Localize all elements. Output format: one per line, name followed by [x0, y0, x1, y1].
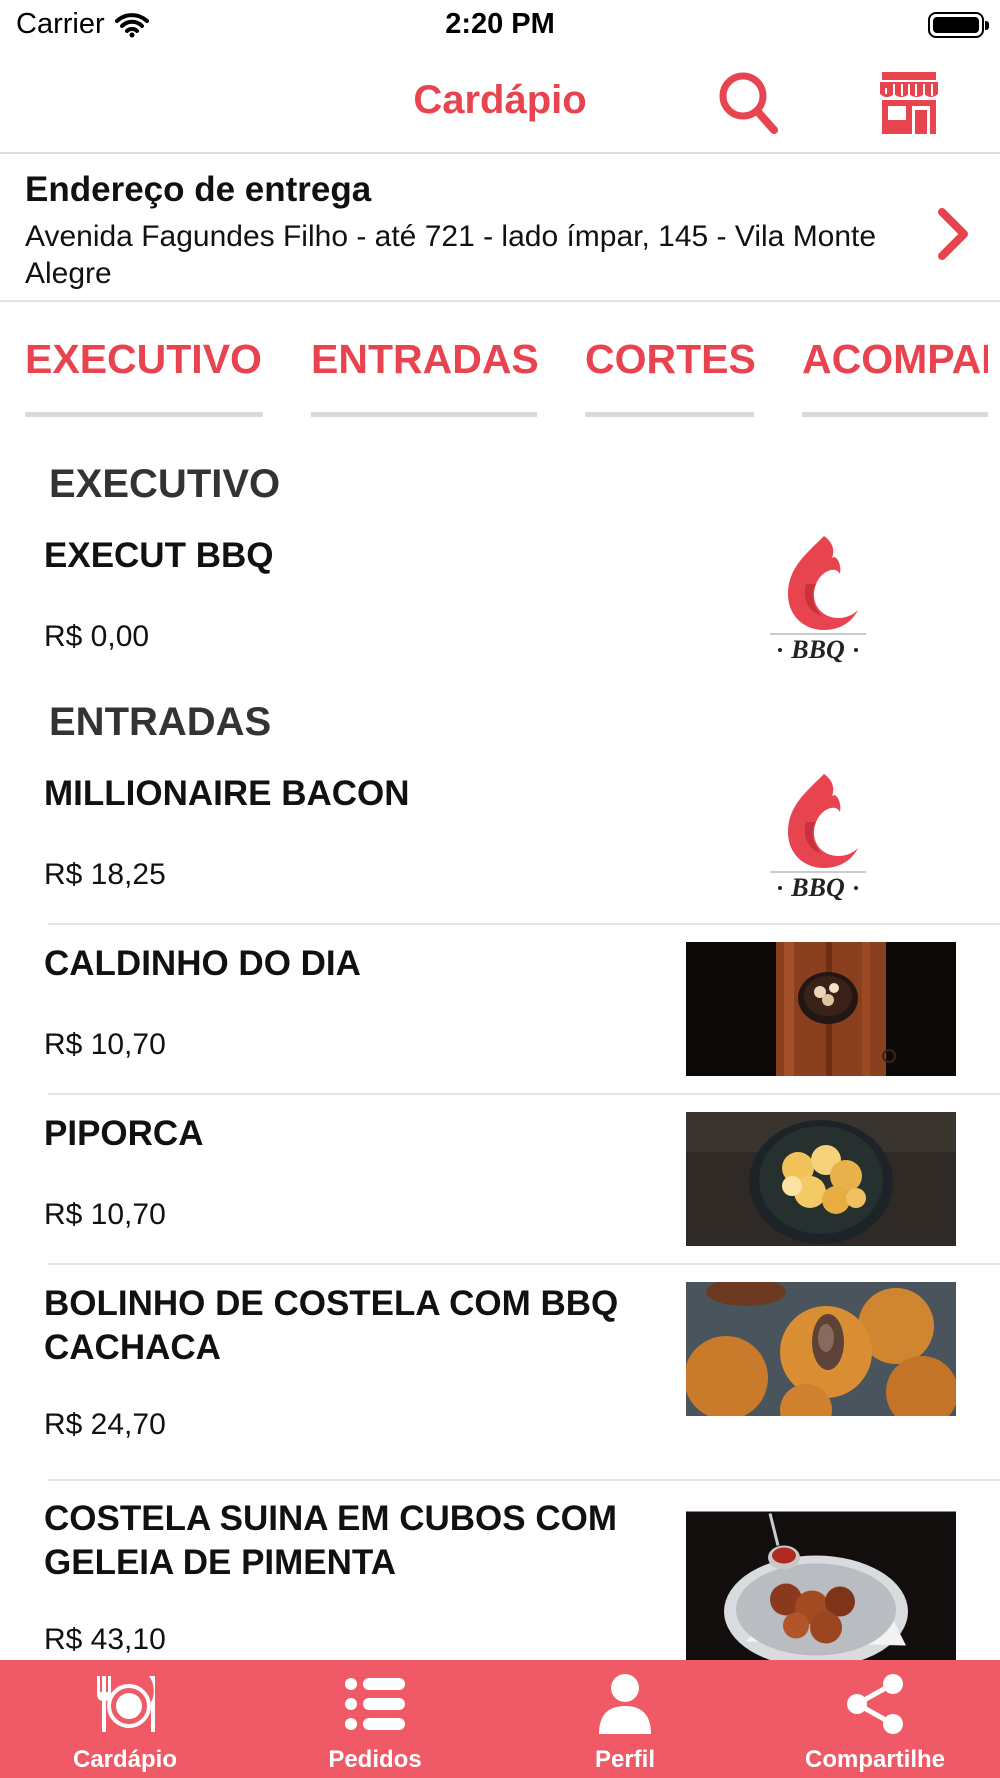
section-title-entradas: ENTRADAS — [49, 700, 272, 744]
tab-underline — [25, 412, 263, 417]
nav-header: Cardápio — [0, 58, 1000, 154]
bottom-tab-bar: Cardápio Pedidos Perfil Compartilhe — [0, 1660, 1000, 1778]
divider — [48, 1093, 1000, 1095]
item-name: CALDINHO DO DIA — [44, 944, 361, 983]
pork-ribs-photo — [686, 1511, 956, 1660]
divider — [48, 1479, 1000, 1481]
cutlery-plate-icon — [97, 1676, 155, 1732]
battery-icon — [928, 12, 989, 38]
tab-underline — [585, 412, 754, 417]
item-name: COSTELA SUINA EM CUBOS COM GELEIA DE PIM… — [44, 1499, 617, 1582]
tab-underline — [802, 412, 988, 417]
tab-label: Perfil — [594, 1746, 656, 1773]
item-name: PIPORCA — [44, 1114, 204, 1153]
tab-cortes[interactable]: CORTES — [585, 302, 756, 422]
delivery-address[interactable]: Endereço de entrega Avenida Fagundes Fil… — [0, 156, 1000, 302]
item-price: R$ 0,00 — [44, 620, 150, 653]
bbq-logo: BBQ — [770, 536, 866, 664]
item-price: R$ 10,70 — [44, 1028, 166, 1061]
menu-item[interactable]: MILLIONAIRE BACON R$ 18,25 BBQ — [0, 772, 1000, 902]
section-title-executivo: EXECUTIVO — [49, 462, 281, 506]
menu-item[interactable]: BOLINHO DE COSTELA COM BBQ CACHACA R$ 24… — [0, 1282, 1000, 1472]
tab-executivo[interactable]: EXECUTIVO — [25, 302, 263, 422]
search-button[interactable] — [716, 68, 780, 138]
item-name: BOLINHO DE COSTELA COM BBQ CACHACA — [44, 1284, 619, 1367]
tab-perfil[interactable]: Perfil — [500, 1660, 750, 1778]
item-name: EXECUT BBQ — [44, 536, 274, 575]
tab-label: Compartilhe — [804, 1746, 945, 1773]
item-name: MILLIONAIRE BACON — [44, 774, 410, 813]
item-price: R$ 18,25 — [44, 858, 166, 891]
pork-crackling-photo — [686, 1112, 956, 1246]
status-time: 2:20 PM — [445, 8, 555, 40]
tab-cardapio[interactable]: Cardápio — [0, 1660, 250, 1778]
tab-underline — [311, 412, 537, 417]
divider — [48, 923, 1000, 925]
divider — [48, 1263, 1000, 1265]
store-icon — [880, 72, 938, 134]
item-price: R$ 43,10 — [44, 1623, 166, 1656]
tab-label: CORTES — [585, 336, 756, 382]
item-price: R$ 24,70 — [44, 1408, 166, 1441]
person-icon — [599, 1674, 651, 1734]
bbq-logo: BBQ — [770, 774, 866, 902]
store-button[interactable] — [876, 70, 942, 136]
menu-list: EXECUTIVO EXECUT BBQ R$ 0,00 BBQ ENTRADA… — [0, 422, 1000, 1660]
tab-label: EXECUTIVO — [25, 336, 262, 382]
tab-label: ENTRADAS — [311, 336, 539, 382]
svg-text:BBQ: BBQ — [790, 873, 845, 902]
tab-acompanhamentos[interactable]: ACOMPANHAMENTOS — [802, 302, 988, 422]
page-title: Cardápio — [413, 78, 587, 122]
share-icon — [847, 1674, 903, 1734]
address-heading: Endereço de entrega — [25, 170, 372, 209]
address-text: Avenida Fagundes Filho - até 721 - lado … — [25, 220, 877, 290]
menu-item[interactable]: CALDINHO DO DIA R$ 10,70 — [0, 942, 1000, 1092]
menu-item[interactable]: COSTELA SUINA EM CUBOS COM GELEIA DE PIM… — [0, 1497, 1000, 1660]
list-icon — [345, 1678, 405, 1730]
item-price: R$ 10,70 — [44, 1198, 166, 1231]
croquette-photo — [686, 1282, 956, 1416]
status-bar: Carrier 2:20 PM — [0, 0, 1000, 50]
category-tabs: EXECUTIVO ENTRADAS CORTES ACOMPANHAMENTO… — [0, 302, 1000, 422]
menu-item[interactable]: EXECUT BBQ R$ 0,00 BBQ — [0, 534, 1000, 664]
tab-entradas[interactable]: ENTRADAS — [311, 302, 539, 422]
tab-label: Cardápio — [72, 1746, 177, 1773]
chevron-right-icon — [938, 208, 968, 260]
menu-item[interactable]: PIPORCA R$ 10,70 — [0, 1112, 1000, 1262]
tab-pedidos[interactable]: Pedidos — [250, 1660, 500, 1778]
tab-label: Pedidos — [328, 1746, 422, 1773]
tab-label: ACOMPANHAMENTOS — [802, 336, 988, 382]
soup-photo — [686, 942, 956, 1076]
tab-compartilhe[interactable]: Compartilhe — [750, 1660, 1000, 1778]
search-icon — [719, 72, 778, 134]
svg-text:BBQ: BBQ — [790, 635, 845, 664]
